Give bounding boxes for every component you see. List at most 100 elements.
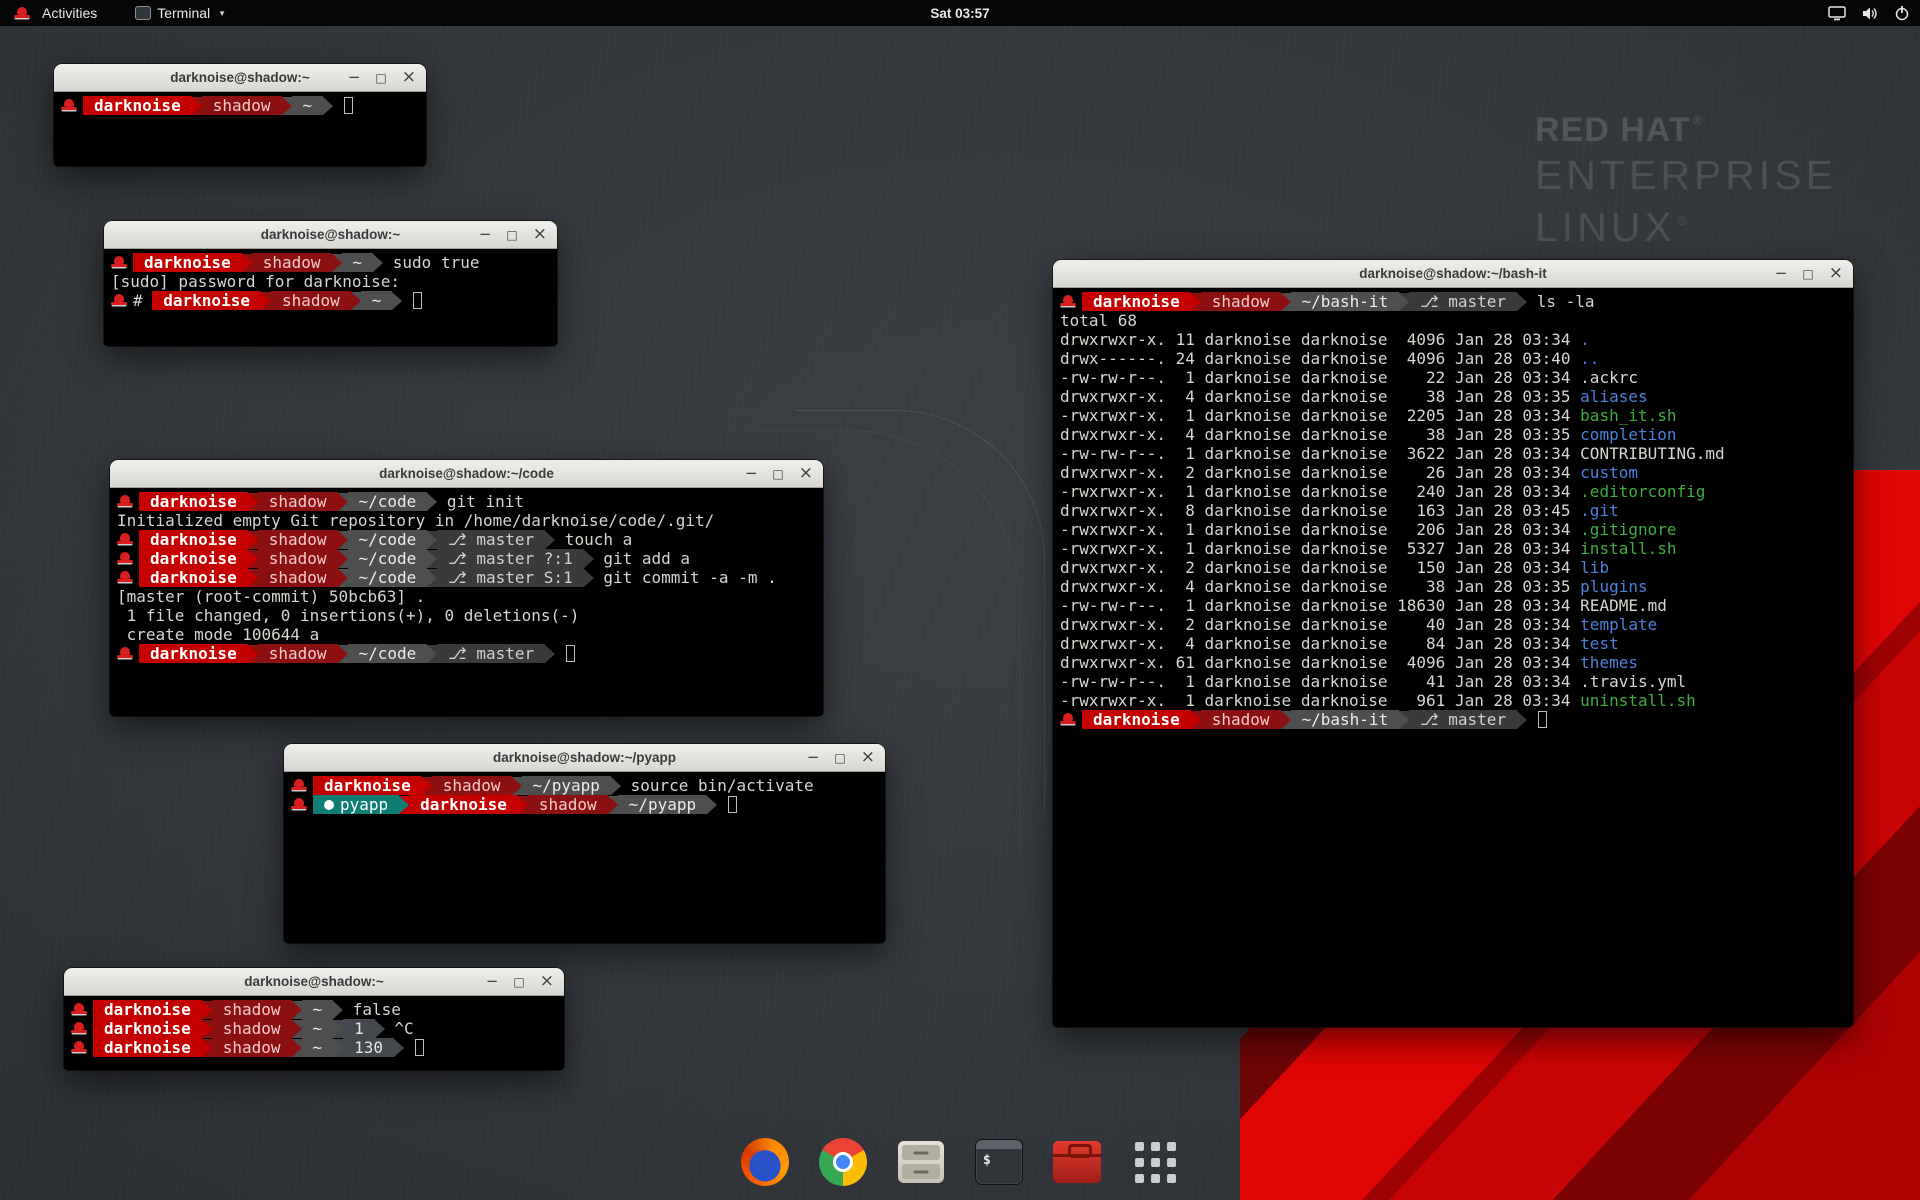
- terminal-content[interactable]: darknoiseshadow~: [54, 92, 426, 166]
- app-grid-icon[interactable]: [1127, 1134, 1183, 1190]
- redhat-prompt-icon: [291, 797, 307, 812]
- terminal-cursor: [566, 645, 575, 662]
- terminal-content[interactable]: darknoiseshadow~/pyapp source bin/activa…: [284, 772, 885, 943]
- powerline-arrow: [427, 645, 437, 663]
- powerline-arrow: [427, 550, 437, 568]
- system-status-area[interactable]: [1828, 5, 1910, 21]
- terminal-text: [555, 644, 565, 663]
- window-titlebar[interactable]: darknoise@shadow:~ − □ ×: [54, 64, 426, 92]
- maximize-button[interactable]: □: [513, 976, 524, 988]
- prompt-segment-host: shadow: [212, 1000, 292, 1019]
- minimize-button[interactable]: −: [745, 466, 758, 481]
- maximize-button[interactable]: □: [772, 468, 783, 480]
- terminal-text: -rwxrwxr-x. 1 darknoise darknoise 961 Ja…: [1060, 691, 1580, 710]
- terminal-text: git commit -a -m .: [594, 568, 777, 587]
- minimize-button[interactable]: −: [1775, 266, 1788, 281]
- terminal-content[interactable]: darknoiseshadow~ sudo true[sudo] passwor…: [104, 249, 557, 346]
- terminal-text: [sudo] password for darknoise:: [111, 272, 400, 291]
- powerline-arrow: [1191, 293, 1201, 311]
- terminal-line: [master (root-commit) 50bcb63] .: [117, 587, 816, 606]
- window-titlebar[interactable]: darknoise@shadow:~ − □ ×: [64, 968, 564, 996]
- powerline-arrow: [338, 493, 348, 511]
- terminal-text: drwx------. 24 darknoise darknoise 4096 …: [1060, 349, 1580, 368]
- window-controls: − □ ×: [807, 744, 875, 771]
- terminal-text: template: [1580, 615, 1657, 634]
- terminal-line: -rw-rw-r--. 1 darknoise darknoise 22 Jan…: [1060, 368, 1846, 387]
- prompt-segment-host: shadow: [271, 291, 351, 310]
- powerline-arrow: [611, 777, 621, 795]
- close-button[interactable]: ×: [402, 69, 416, 86]
- maximize-button[interactable]: □: [506, 229, 517, 241]
- prompt-segment-host: shadow: [258, 492, 338, 511]
- clock[interactable]: Sat 03:57: [930, 6, 989, 21]
- prompt-segment-user: darknoise: [93, 1038, 202, 1057]
- powerline-arrow: [338, 569, 348, 587]
- firefox-icon[interactable]: [737, 1134, 793, 1190]
- terminal-cursor: [344, 97, 353, 114]
- terminal-cursor: [413, 292, 422, 309]
- app-menu-terminal[interactable]: Terminal ▼: [129, 0, 232, 26]
- prompt-segment-host: shadow: [528, 795, 608, 814]
- powerline-arrow: [202, 1020, 212, 1038]
- window-titlebar[interactable]: darknoise@shadow:~/pyapp − □ ×: [284, 744, 885, 772]
- prompt-segment-host: shadow: [258, 549, 338, 568]
- terminal-text: [master (root-commit) 50bcb63] .: [117, 587, 425, 606]
- redhat-prompt-icon: [1060, 712, 1076, 727]
- minimize-button[interactable]: −: [807, 750, 820, 765]
- display-icon[interactable]: [1828, 6, 1846, 21]
- minimize-button[interactable]: −: [348, 70, 361, 85]
- terminal-text: false: [343, 1000, 401, 1019]
- terminal-line: darknoiseshadow~/code⎇ master touch a: [117, 530, 816, 549]
- close-button[interactable]: ×: [799, 465, 813, 482]
- terminal-text: plugins: [1580, 577, 1647, 596]
- terminal-content[interactable]: darknoiseshadow~/bash-it⎇ master ls -lat…: [1053, 288, 1853, 1027]
- prompt-segment-path: ~/pyapp: [618, 795, 707, 814]
- window-titlebar[interactable]: darknoise@shadow:~/code − □ ×: [110, 460, 823, 488]
- maximize-button[interactable]: □: [834, 752, 845, 764]
- prompt-segment-host: shadow: [212, 1019, 292, 1038]
- terminal-text: create mode 100644 a: [117, 625, 319, 644]
- terminal-text: lib: [1580, 558, 1609, 577]
- maximize-button[interactable]: □: [1802, 268, 1813, 280]
- terminal-line: darknoiseshadow~/bash-it⎇ master: [1060, 710, 1846, 729]
- prompt-segment-path: ~/code: [348, 644, 428, 663]
- window-title: darknoise@shadow:~/bash-it: [1359, 266, 1547, 281]
- prompt-segment-host: shadow: [1201, 292, 1281, 311]
- prompt-segment-git: ⎇ master: [1409, 292, 1517, 311]
- terminal-app-icon: [135, 6, 151, 20]
- terminal-content[interactable]: darknoiseshadow~/code git initInitialize…: [110, 488, 823, 716]
- terminal-line: darknoiseshadow~130: [71, 1038, 557, 1057]
- files-icon[interactable]: [893, 1134, 949, 1190]
- close-button[interactable]: ×: [540, 973, 554, 990]
- terminal-icon[interactable]: [971, 1134, 1027, 1190]
- terminal-line: total 68: [1060, 311, 1846, 330]
- terminal-text: .editorconfig: [1580, 482, 1705, 501]
- activities-button[interactable]: Activities: [8, 0, 103, 26]
- minimize-button[interactable]: −: [486, 974, 499, 989]
- window-titlebar[interactable]: darknoise@shadow:~/bash-it − □ ×: [1053, 260, 1853, 288]
- prompt-segment-git: ⎇ master S:1: [437, 568, 583, 587]
- powerline-arrow: [333, 1001, 343, 1019]
- toolbox-icon[interactable]: [1049, 1134, 1105, 1190]
- close-button[interactable]: ×: [1829, 265, 1843, 282]
- prompt-segment-path: ~: [361, 291, 393, 310]
- close-button[interactable]: ×: [533, 226, 547, 243]
- terminal-text: drwxrwxr-x. 8 darknoise darknoise 163 Ja…: [1060, 501, 1580, 520]
- window-titlebar[interactable]: darknoise@shadow:~ − □ ×: [104, 221, 557, 249]
- powerline-arrow: [584, 550, 594, 568]
- terminal-line: -rwxrwxr-x. 1 darknoise darknoise 961 Ja…: [1060, 691, 1846, 710]
- terminal-line: -rw-rw-r--. 1 darknoise darknoise 41 Jan…: [1060, 672, 1846, 691]
- volume-icon[interactable]: [1861, 6, 1879, 21]
- minimize-button[interactable]: −: [479, 227, 492, 242]
- power-icon[interactable]: [1894, 5, 1910, 21]
- chrome-icon[interactable]: [815, 1134, 871, 1190]
- prompt-segment-user: darknoise: [313, 776, 422, 795]
- redhat-prompt-icon: [111, 293, 127, 308]
- terminal-content[interactable]: darknoiseshadow~ falsedarknoiseshadow~1 …: [64, 996, 564, 1070]
- maximize-button[interactable]: □: [375, 72, 386, 84]
- desktop: RED HAT® ENTERPRISE LINUX® darknoise@sha…: [0, 0, 1920, 1200]
- close-button[interactable]: ×: [861, 749, 875, 766]
- prompt-segment-git: ⎇ master: [437, 644, 545, 663]
- prompt-segment-path: ~: [302, 1019, 334, 1038]
- redhat-prompt-icon: [117, 646, 133, 661]
